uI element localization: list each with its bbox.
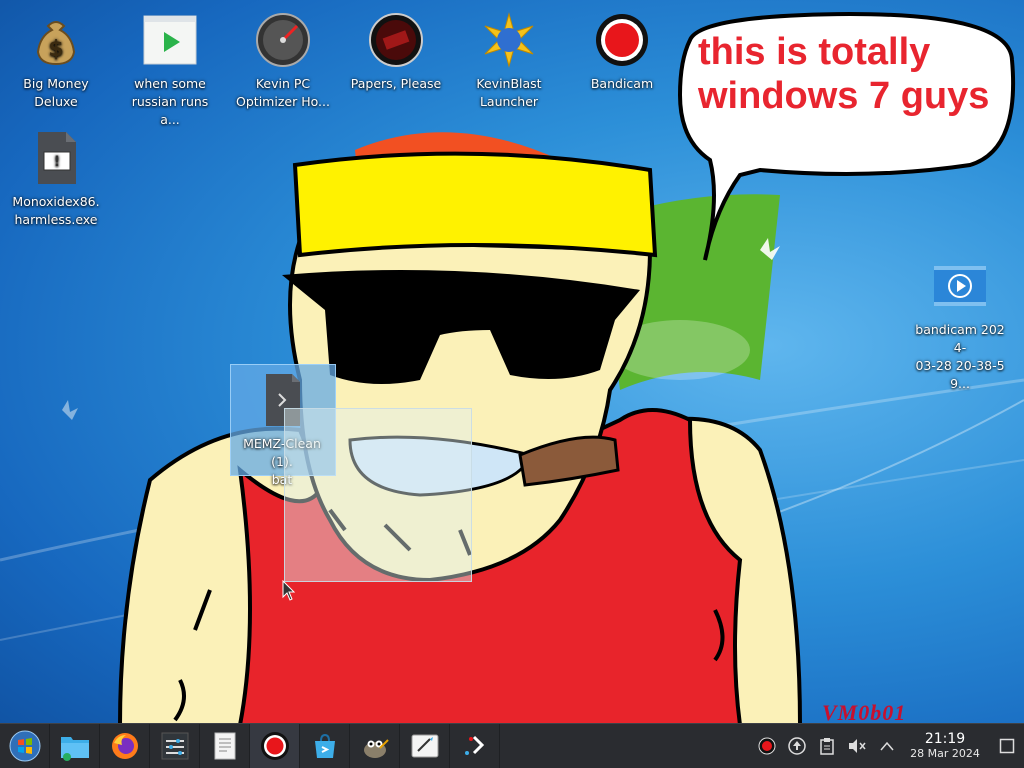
- share-icon: [464, 735, 484, 755]
- taskbar-kdeconnect[interactable]: [450, 724, 500, 768]
- icon-label: Kevin PC Optimizer Ho...: [236, 76, 330, 109]
- icon-label: when some russian runs a...: [131, 76, 209, 127]
- icon-label: Bandicam: [590, 76, 654, 91]
- papers-please-icon: [369, 13, 423, 67]
- speedometer-icon: [256, 13, 310, 67]
- taskbar-drawing-app[interactable]: [400, 724, 450, 768]
- taskbar-text-editor[interactable]: [200, 724, 250, 768]
- taskbar-system-settings[interactable]: [150, 724, 200, 768]
- money-bag-icon: $: [36, 21, 76, 66]
- icon-label: Papers, Please: [350, 76, 442, 91]
- taskbar-bandicam[interactable]: [250, 724, 300, 768]
- firefox-icon: [111, 733, 138, 759]
- tray-volume[interactable]: [842, 724, 872, 768]
- tray-clipboard[interactable]: [812, 724, 842, 768]
- desktop-icon-bandicam-video[interactable]: bandicam 2024- 03-28 20-38-59...: [912, 258, 1008, 393]
- record-icon: [596, 14, 648, 66]
- icon-label: bandicam 2024- 03-28 20-38-59...: [915, 322, 1005, 391]
- svg-text:$: $: [48, 37, 63, 62]
- mouse-cursor-icon: [282, 580, 296, 601]
- desktop-icon-kevin-pc-optimizer[interactable]: Kevin PC Optimizer Ho...: [235, 12, 331, 111]
- taskbar-file-manager[interactable]: [50, 724, 100, 768]
- desktop-icon-when-some-russian[interactable]: when some russian runs a...: [122, 12, 218, 129]
- show-desktop-button[interactable]: [990, 724, 1024, 768]
- digital-clock[interactable]: 21:19 28 Mar 2024: [906, 731, 984, 761]
- store-bag-icon: [314, 733, 335, 758]
- windows-orb-icon: [9, 730, 40, 762]
- tray-record[interactable]: [752, 724, 782, 768]
- svg-text:!: !: [54, 154, 60, 170]
- rubber-band-selection: [284, 408, 472, 582]
- icon-label: KevinBlast Launcher: [476, 76, 542, 109]
- chevron-up-icon: [880, 741, 894, 751]
- document-icon: [214, 732, 235, 760]
- executable-file-icon: !: [38, 132, 76, 184]
- system-tray: 21:19 28 Mar 2024: [752, 724, 1024, 768]
- desktop-icon-big-money-deluxe[interactable]: $ Big Money Deluxe: [8, 12, 104, 111]
- pen-tablet-icon: [411, 734, 438, 758]
- desktop-icon-bandicam[interactable]: Bandicam: [574, 12, 670, 93]
- tray-expander[interactable]: [872, 724, 902, 768]
- record-icon: [758, 737, 776, 755]
- tray-updates[interactable]: [782, 724, 812, 768]
- starburst-icon: [484, 12, 534, 68]
- video-file-icon: [143, 15, 197, 65]
- clock-time: 21:19: [924, 731, 966, 747]
- speech-bubble-text: this is totally windows 7 guys: [698, 31, 990, 117]
- update-icon: [788, 737, 806, 755]
- record-icon: [260, 732, 289, 760]
- desktop-icon-papers-please[interactable]: Papers, Please: [348, 12, 444, 93]
- clipboard-icon: [820, 738, 834, 755]
- video-file-icon: [934, 266, 986, 306]
- clock-date: 28 Mar 2024: [910, 747, 980, 760]
- show-desktop-icon: [999, 738, 1015, 754]
- settings-sliders-icon: [161, 732, 188, 760]
- gimp-icon: [363, 739, 389, 758]
- desktop-icon-kevinblast-launcher[interactable]: KevinBlast Launcher: [461, 12, 557, 111]
- folder-icon: [60, 737, 89, 761]
- taskbar-gimp[interactable]: [350, 724, 400, 768]
- volume-muted-icon: [849, 739, 866, 753]
- start-menu-button[interactable]: [0, 724, 50, 768]
- icon-label: Big Money Deluxe: [23, 76, 89, 109]
- taskbar-discover-store[interactable]: [300, 724, 350, 768]
- taskbar: 21:19 28 Mar 2024: [0, 723, 1024, 768]
- icon-label: Monoxidex86. harmless.exe: [12, 194, 100, 227]
- taskbar-firefox[interactable]: [100, 724, 150, 768]
- desktop-icon-monoxidex86[interactable]: ! Monoxidex86. harmless.exe: [8, 130, 104, 229]
